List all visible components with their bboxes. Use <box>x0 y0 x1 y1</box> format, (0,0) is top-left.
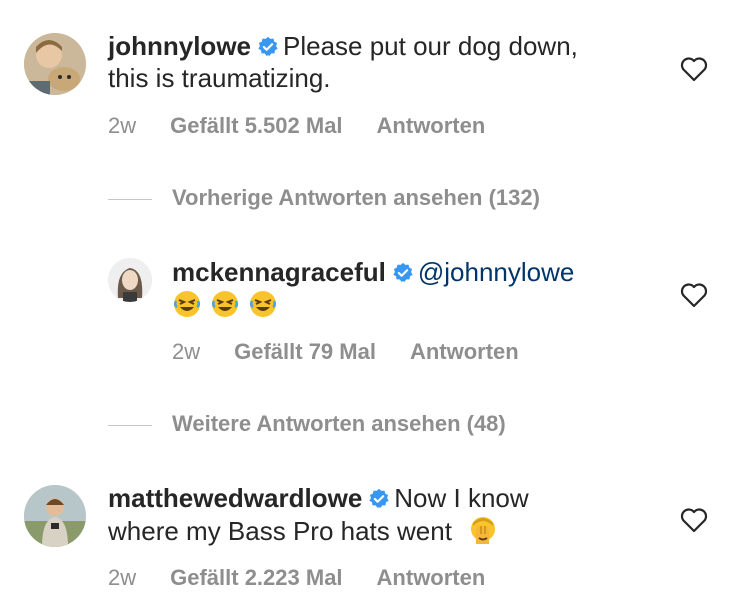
comment-text: Please put our dog down, <box>283 31 578 61</box>
view-previous-replies[interactable]: Vorherige Antworten ansehen (132) <box>108 185 540 211</box>
likes-count[interactable]: Gefällt 2.223 Mal <box>170 565 342 590</box>
username[interactable]: mckennagraceful <box>172 257 386 287</box>
comment-age: 2w <box>108 565 137 590</box>
username[interactable]: johnnylowe <box>108 31 251 61</box>
username[interactable]: matthewedwardlowe <box>108 483 362 513</box>
heart-icon[interactable] <box>680 282 708 308</box>
comment-johnnylowe: johnnylowe Please put our dog down, this … <box>0 0 750 150</box>
avatar[interactable] <box>24 485 86 547</box>
heart-icon[interactable] <box>680 507 708 533</box>
likes-count[interactable]: Gefällt 5.502 Mal <box>170 113 342 138</box>
comment-text: Now I know <box>394 483 529 513</box>
avatar[interactable] <box>24 33 86 95</box>
heart-icon[interactable] <box>680 56 708 82</box>
view-more-replies[interactable]: Weitere Antworten ansehen (48) <box>108 411 506 437</box>
view-previous-replies-label[interactable]: Vorherige Antworten ansehen (132) <box>172 185 540 210</box>
reply-button[interactable]: Antworten <box>377 565 486 590</box>
comment-text-line2: where my Bass Pro hats went <box>108 516 452 546</box>
verified-badge-icon <box>258 36 278 56</box>
comment-age: 2w <box>172 339 201 364</box>
view-more-replies-label[interactable]: Weitere Antworten ansehen (48) <box>172 411 506 436</box>
comment-text-line2: this is traumatizing. <box>108 63 331 93</box>
reply-button[interactable]: Antworten <box>377 113 486 138</box>
reply-button[interactable]: Antworten <box>410 339 519 364</box>
verified-badge-icon <box>369 488 389 508</box>
divider-line <box>108 424 152 426</box>
mention-link[interactable]: @johnnylowe <box>418 257 574 287</box>
comment-age: 2w <box>108 113 137 138</box>
divider-line <box>108 198 152 200</box>
face-palm-emoji-icon <box>471 517 496 544</box>
likes-count[interactable]: Gefällt 79 Mal <box>234 339 376 364</box>
avatar[interactable] <box>108 258 152 302</box>
verified-badge-icon <box>393 262 413 282</box>
laughing-emoji-icon <box>172 289 286 319</box>
